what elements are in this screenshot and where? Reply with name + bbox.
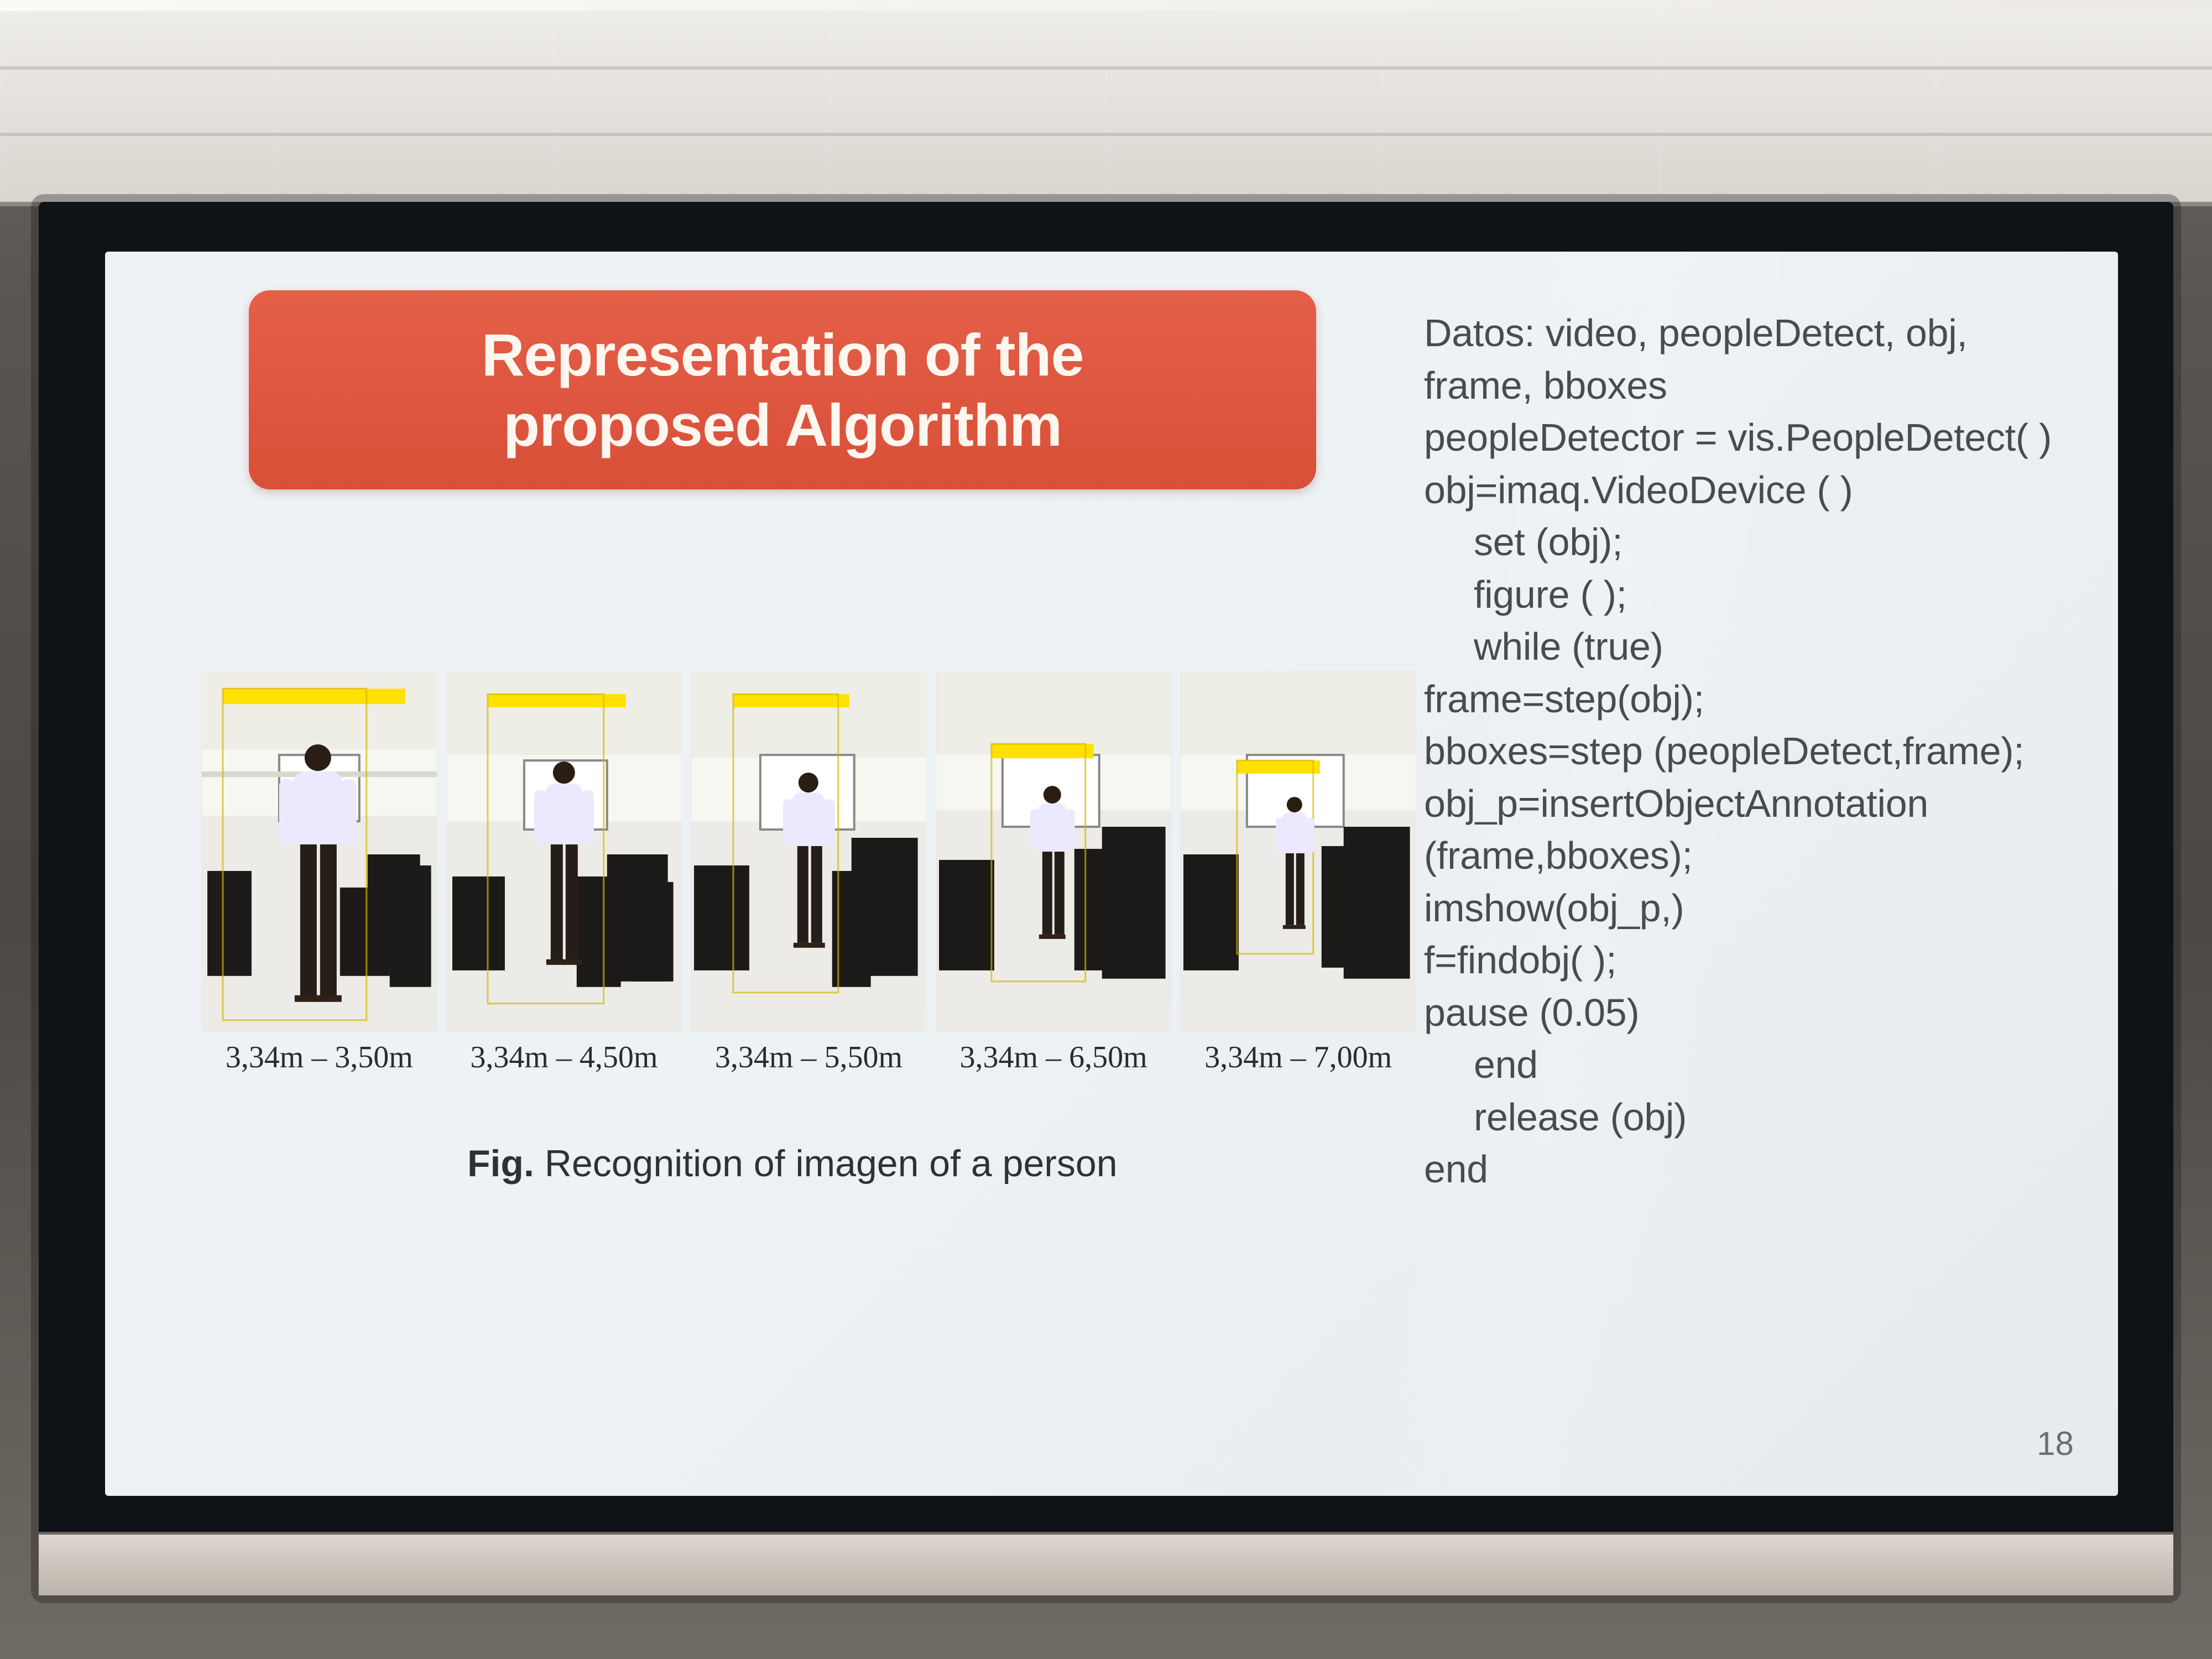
- distance-label: 3,34m – 4,50m: [470, 1040, 658, 1074]
- slide-title-box: Representation of the proposed Algorithm: [249, 290, 1316, 489]
- detection-photo-2: [446, 672, 682, 1031]
- person-detection-photo-strip: [202, 672, 1416, 1031]
- distance-label: 3,34m – 7,00m: [1204, 1040, 1392, 1074]
- code-line: Datos: video, peopleDetect, obj,: [1424, 311, 1968, 354]
- detection-photo-5: [1181, 672, 1416, 1031]
- algorithm-code-block: Datos: video, peopleDetect, obj, frame, …: [1424, 307, 2110, 1196]
- slide-number: 18: [2037, 1425, 2074, 1462]
- distance-labels-row: 3,34m – 3,50m 3,34m – 4,50m 3,34m – 5,50…: [202, 1040, 1416, 1075]
- projection-screen-frame: Representation of the proposed Algorithm: [39, 202, 2173, 1595]
- distance-label: 3,34m – 6,50m: [959, 1040, 1147, 1074]
- classroom-detection-image-5: [1181, 672, 1416, 1031]
- code-line: (frame,bboxes);: [1424, 834, 1693, 877]
- detection-photo-1: [202, 672, 437, 1031]
- figure-caption: Fig. Recognition of imagen of a person: [467, 1142, 1297, 1185]
- figure-caption-text: Recognition of imagen of a person: [544, 1142, 1118, 1185]
- detection-photo-4: [936, 672, 1171, 1031]
- code-line: obj=imaq.VideoDevice ( ): [1424, 468, 1853, 512]
- classroom-detection-image-2: [446, 672, 682, 1031]
- classroom-detection-image-3: [691, 672, 926, 1031]
- presentation-slide: Representation of the proposed Algorithm: [105, 252, 2118, 1496]
- code-line: set (obj);: [1474, 520, 1623, 564]
- ceiling-light-strip: [0, 0, 2212, 11]
- code-line: obj_p=insertObjectAnnotation: [1424, 781, 1928, 825]
- classroom-detection-image-4: [936, 672, 1171, 1031]
- code-line: bboxes=step (peopleDetect,frame);: [1424, 729, 2025, 773]
- code-line: peopleDetector = vis.PeopleDetect( ): [1424, 416, 2052, 459]
- code-line: f=findobj( );: [1424, 938, 1617, 982]
- code-line: imshow(obj_p,): [1424, 886, 1684, 930]
- code-line: end: [1474, 1043, 1538, 1086]
- slide-title: Representation of the proposed Algorithm: [481, 321, 1084, 458]
- distance-label: 3,34m – 3,50m: [225, 1040, 413, 1074]
- distance-label: 3,34m – 5,50m: [714, 1040, 903, 1074]
- code-line: end: [1424, 1147, 1488, 1191]
- ceiling-tile-line: [0, 133, 2212, 136]
- detection-photo-3: [691, 672, 926, 1031]
- code-line: while (true): [1474, 625, 1663, 668]
- ceiling-tile-line: [0, 66, 2212, 70]
- code-line: release (obj): [1474, 1095, 1687, 1139]
- code-line: figure ( );: [1474, 572, 1627, 616]
- code-line: frame=step(obj);: [1424, 677, 1704, 721]
- code-line: pause (0.05): [1424, 990, 1640, 1034]
- classroom-detection-image-1: [202, 672, 437, 1031]
- figure-caption-prefix: Fig.: [467, 1142, 534, 1185]
- code-line: frame, bboxes: [1424, 363, 1667, 407]
- ceiling: [0, 0, 2212, 206]
- screen-bottom-edge: [39, 1532, 2173, 1595]
